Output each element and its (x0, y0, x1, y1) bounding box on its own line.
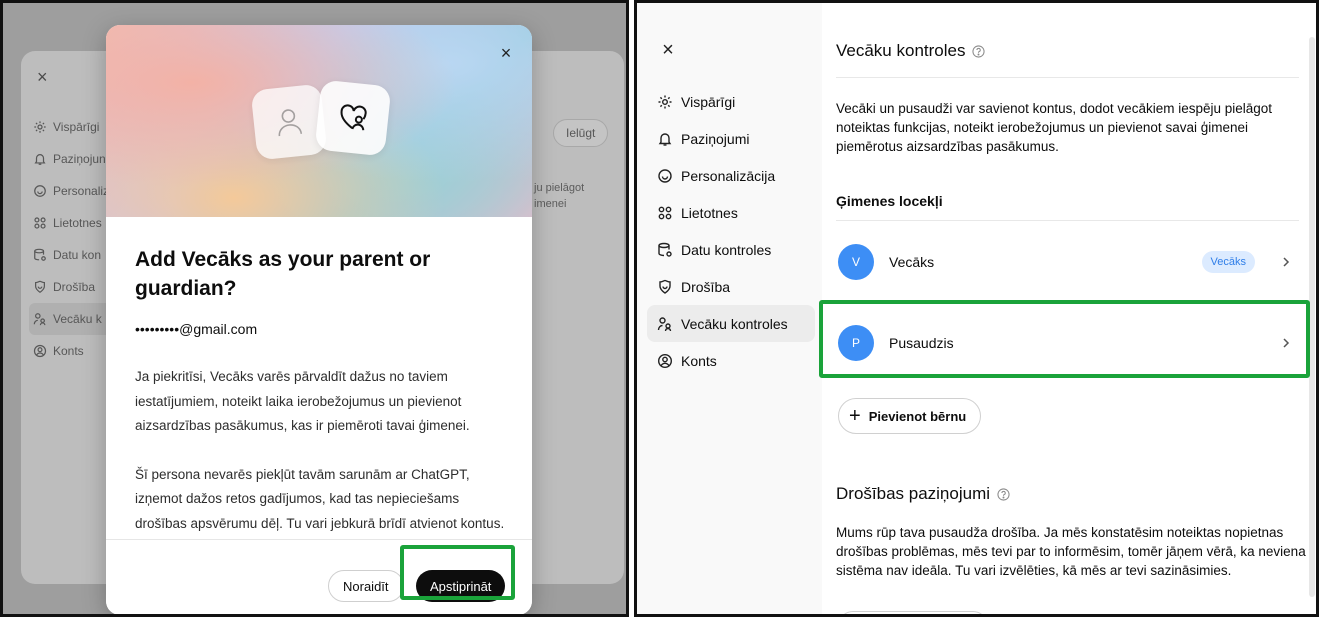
help-icon[interactable] (997, 487, 1010, 501)
help-icon[interactable] (972, 44, 986, 58)
add-child-button[interactable]: + Pievienot bērnu (838, 398, 982, 434)
page-title-text: Vecāku kontroles (836, 41, 966, 60)
dialog-title: Add Vecāks as your parent or guardian? (135, 248, 431, 300)
sidebar-item-label: Datu kontroles (681, 241, 772, 258)
divider (836, 77, 1299, 78)
left-screenshot-panel: × Vispārīgi Paziņojun Personaliz Lietotn… (0, 0, 629, 617)
database-icon (34, 248, 46, 261)
palette-icon (34, 185, 46, 197)
user-circle-icon (33, 344, 47, 358)
intro-text: Vecāki un pusaudži var savienot kontus, … (836, 101, 1273, 154)
bg-sidebar-item-account: Konts (33, 335, 113, 367)
sidebar-item-label: Lietotnes (681, 204, 738, 221)
bg-sidebar-item-label: Vecāku k (53, 312, 102, 326)
sidebar-item-label: Konts (681, 352, 717, 369)
sidebar-item-label: Personalizācija (681, 167, 776, 184)
sidebar-item-notifications[interactable]: Paziņojumi (647, 120, 815, 157)
role-badge: Vecāks (1201, 251, 1255, 273)
bg-sidebar-item-label: Vispārīgi (53, 120, 100, 134)
bg-text-line: imenei (534, 198, 567, 210)
sidebar-item-data-controls[interactable]: Datu kontroles (647, 231, 815, 268)
user-circle-icon (657, 353, 673, 368)
dialog-hero-banner: × (106, 25, 532, 217)
sidebar-item-general[interactable]: Vispārīgi (647, 83, 815, 120)
sidebar-item-account[interactable]: Konts (647, 342, 815, 379)
bg-sidebar-item-apps: Lietotnes (33, 207, 113, 239)
family-icon (33, 313, 46, 326)
family-icon (657, 316, 672, 331)
shield-icon (35, 280, 45, 293)
settings-menu: Vispārīgi Paziņojumi Personalizācija Lie… (647, 83, 815, 379)
dialog-paragraph: Ja piekritīsi, Vecāks varēs pārvaldīt da… (135, 369, 470, 433)
sidebar-item-label: Vecāku kontroles (681, 315, 788, 332)
divider (836, 220, 1299, 221)
close-icon[interactable]: × (494, 41, 518, 65)
bg-sidebar-item-data-controls: Datu kon (33, 239, 113, 271)
bell-icon (658, 132, 672, 146)
safety-title-text: Drošības paziņojumi (836, 484, 991, 503)
sidebar-item-personalization[interactable]: Personalizācija (647, 157, 815, 194)
chevron-right-icon (1283, 257, 1290, 267)
bg-sidebar-item-label: Drošība (53, 280, 96, 294)
bg-text-line: ju pielāgot (534, 182, 585, 194)
safety-notifications-text: Mums rūp tava pusaudža drošība. Ja mēs k… (836, 525, 1306, 578)
partial-button[interactable] (838, 611, 988, 614)
add-child-label: Pievienot bērnu (868, 408, 967, 424)
bg-sidebar-item-label: Paziņojun (53, 152, 106, 166)
bg-sidebar-item-notifications: Paziņojun (33, 143, 113, 175)
palette-icon (658, 168, 672, 183)
apps-icon (34, 217, 46, 229)
background-description-text: ju pielāgot imenei (534, 180, 584, 212)
family-member-row[interactable]: V Vecāks Vecāks (836, 232, 1299, 292)
bg-sidebar-item-parental-controls: Vecāku k (29, 303, 113, 335)
sidebar-item-parental-controls[interactable]: Vecāku kontroles (647, 305, 815, 342)
gear-icon (658, 95, 672, 108)
bell-icon (34, 154, 46, 165)
close-icon[interactable]: × (657, 39, 679, 61)
page-title: Vecāku kontroles (836, 41, 986, 61)
member-highlight-box (819, 300, 1310, 378)
safety-notifications-heading: Drošības paziņojumi (836, 484, 1010, 504)
confirm-highlight-box (400, 545, 515, 600)
bg-sidebar-item-label: Konts (53, 344, 84, 358)
plus-icon: + (849, 405, 861, 427)
member-name: Vecāks (889, 254, 935, 270)
sidebar-item-label: Vispārīgi (681, 93, 736, 110)
bg-sidebar-item-personalization: Personaliz (33, 175, 113, 207)
parent-consent-dialog: × Add Vecāks as your parent or guardian?… (106, 25, 532, 614)
avatar: V (838, 244, 874, 280)
gear-icon (34, 121, 46, 133)
bg-sidebar-item-label: Personaliz (53, 184, 110, 198)
background-invite-button: Ielūgt (553, 119, 609, 147)
bg-sidebar-item-general: Vispārīgi (33, 111, 113, 143)
sidebar-item-label: Drošība (681, 278, 731, 295)
sidebar-item-security[interactable]: Drošība (647, 268, 815, 305)
shield-icon (659, 279, 671, 294)
apps-icon (658, 206, 672, 219)
reject-button[interactable]: Noraidīt (328, 570, 404, 602)
settings-sidebar: × Vispārīgi Paziņojumi Personalizācija L… (637, 3, 822, 614)
database-icon (658, 242, 672, 257)
bg-sidebar-item-label: Datu kon (53, 248, 102, 262)
dialog-email: •••••••••@gmail.com (135, 321, 258, 337)
sidebar-item-apps[interactable]: Lietotnes (647, 194, 815, 231)
person-icon (250, 83, 328, 161)
background-sidebar-menu: Vispārīgi Paziņojun Personaliz Lietotnes… (29, 111, 113, 367)
sidebar-item-label: Paziņojumi (681, 130, 750, 147)
heart-person-icon (314, 79, 392, 157)
family-members-heading: Ģimenes locekļi (836, 193, 943, 209)
bg-sidebar-item-security: Drošība (33, 271, 113, 303)
background-close-icon: × (37, 67, 48, 87)
bg-sidebar-item-label: Lietotnes (53, 216, 102, 230)
